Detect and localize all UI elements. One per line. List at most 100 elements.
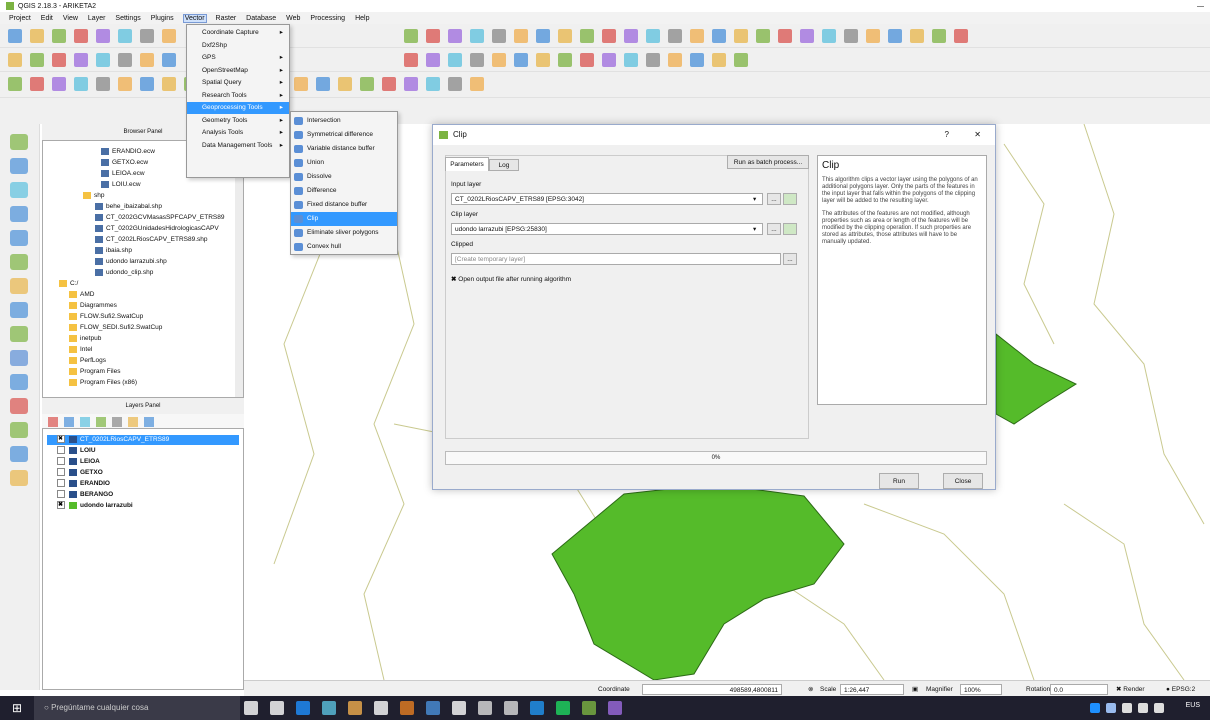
- browse-clip-button[interactable]: ...: [767, 223, 781, 235]
- toolbar-tool-icon[interactable]: [8, 53, 22, 67]
- toolbar-tool-icon[interactable]: [74, 77, 88, 91]
- chevron-down-icon[interactable]: ▾: [753, 195, 756, 203]
- toolbar-tool-icon[interactable]: [602, 29, 616, 43]
- toolbar-tool-icon[interactable]: [866, 29, 880, 43]
- layers-tool-icon[interactable]: [144, 417, 154, 427]
- tray-icon[interactable]: [1122, 703, 1132, 713]
- toolbar-tool-icon[interactable]: [404, 53, 418, 67]
- browser-item[interactable]: GETXO.ecw: [101, 158, 148, 168]
- taskbar-app-icon[interactable]: [348, 701, 362, 715]
- layers-tool-icon[interactable]: [80, 417, 90, 427]
- vector-menu-item[interactable]: Geoprocessing Tools ▸: [187, 102, 289, 114]
- browser-item[interactable]: FLOW.Sufi2.SwatCup: [69, 312, 143, 322]
- layer-item[interactable]: BERANGO: [47, 490, 113, 500]
- toolbar-tool-icon[interactable]: [426, 53, 440, 67]
- layer-item[interactable]: LOIU: [47, 446, 96, 456]
- layer-checkbox[interactable]: [57, 457, 65, 466]
- input-layer-select[interactable]: CT_0202LRiosCAPV_ETRS89 [EPSG:3042]: [451, 193, 763, 205]
- toolbar-tool-icon[interactable]: [52, 77, 66, 91]
- toolbar-tool-icon[interactable]: [74, 29, 88, 43]
- vector-menu-item[interactable]: GPS ▸: [187, 52, 289, 64]
- browser-item[interactable]: Diagrammes: [69, 301, 117, 311]
- taskbar-app-icon[interactable]: [322, 701, 336, 715]
- render-checkbox[interactable]: ✖ Render: [1116, 684, 1145, 695]
- browser-item[interactable]: FLOW_SEDI.Sufi2.SwatCup: [69, 323, 162, 333]
- windows-start-icon[interactable]: ⊞: [12, 702, 24, 714]
- taskbar-app-icon[interactable]: [452, 701, 466, 715]
- run-button[interactable]: Run: [879, 473, 919, 489]
- geoprocessing-item[interactable]: Clip: [291, 212, 397, 226]
- vector-menu-item[interactable]: OpenStreetMap ▸: [187, 65, 289, 77]
- toolbar-tool-icon[interactable]: [910, 29, 924, 43]
- browser-item[interactable]: shp: [83, 191, 104, 201]
- add-layer-icon[interactable]: [10, 398, 28, 414]
- menu-processing[interactable]: Processing: [309, 15, 346, 22]
- toolbar-tool-icon[interactable]: [118, 77, 132, 91]
- toolbar-tool-icon[interactable]: [734, 29, 748, 43]
- layers-tool-icon[interactable]: [112, 417, 122, 427]
- layers-tool-icon[interactable]: [48, 417, 58, 427]
- toolbar-tool-icon[interactable]: [492, 29, 506, 43]
- tray-icon[interactable]: [1154, 703, 1164, 713]
- browser-item[interactable]: LOIU.ecw: [101, 180, 141, 190]
- taskbar-app-icon[interactable]: [296, 701, 310, 715]
- menu-database[interactable]: Database: [245, 15, 277, 22]
- add-layer-icon[interactable]: [10, 302, 28, 318]
- toolbar-tool-icon[interactable]: [52, 53, 66, 67]
- toolbar-tool-icon[interactable]: [8, 77, 22, 91]
- vector-menu-item[interactable]: Analysis Tools ▸: [187, 127, 289, 139]
- vector-menu-item[interactable]: Spatial Query ▸: [187, 77, 289, 89]
- vector-menu-item[interactable]: Geometry Tools ▸: [187, 115, 289, 127]
- browser-item[interactable]: CT_0202GCVMasasSPFCAPV_ETRS89: [95, 213, 225, 223]
- taskbar-app-icon[interactable]: [530, 701, 544, 715]
- vector-menu-item[interactable]: Coordinate Capture ▸: [187, 27, 289, 39]
- toolbar-tool-icon[interactable]: [624, 29, 638, 43]
- browser-item[interactable]: udondo_clip.shp: [95, 268, 153, 278]
- layers-tool-icon[interactable]: [96, 417, 106, 427]
- menu-settings[interactable]: Settings: [114, 15, 141, 22]
- menu-view[interactable]: View: [62, 15, 79, 22]
- browser-item[interactable]: udondo larrazubi.shp: [95, 257, 167, 267]
- add-layer-icon[interactable]: [10, 446, 28, 462]
- browser-item[interactable]: ibaia.shp: [95, 246, 132, 256]
- toolbar-tool-icon[interactable]: [30, 77, 44, 91]
- toolbar-tool-icon[interactable]: [470, 29, 484, 43]
- geoprocessing-item[interactable]: Variable distance buffer: [291, 142, 397, 156]
- tray-icon[interactable]: [1106, 703, 1116, 713]
- toolbar-tool-icon[interactable]: [448, 29, 462, 43]
- layer-checkbox[interactable]: [57, 468, 65, 477]
- toolbar-tool-icon[interactable]: [690, 29, 704, 43]
- browse-output-button[interactable]: ...: [783, 253, 797, 265]
- toolbar-tool-icon[interactable]: [734, 53, 748, 67]
- toolbar-tool-icon[interactable]: [426, 29, 440, 43]
- close-button[interactable]: Close: [943, 473, 983, 489]
- toolbar-tool-icon[interactable]: [712, 29, 726, 43]
- layer-checkbox[interactable]: ✖: [57, 501, 65, 510]
- toolbar-tool-icon[interactable]: [712, 53, 726, 67]
- toolbar-tool-icon[interactable]: [382, 77, 396, 91]
- taskbar-app-icon[interactable]: [244, 701, 258, 715]
- toolbar-tool-icon[interactable]: [602, 53, 616, 67]
- toolbar-tool-icon[interactable]: [492, 53, 506, 67]
- toolbar-tool-icon[interactable]: [536, 53, 550, 67]
- layer-checkbox[interactable]: [57, 446, 65, 455]
- toolbar-tool-icon[interactable]: [118, 53, 132, 67]
- browse-input-button[interactable]: ...: [767, 193, 781, 205]
- toolbar-tool-icon[interactable]: [514, 53, 528, 67]
- taskbar-app-icon[interactable]: [608, 701, 622, 715]
- toolbar-tool-icon[interactable]: [778, 29, 792, 43]
- browser-item[interactable]: CT_0202GUnidadesHidrologicasCAPV: [95, 224, 219, 234]
- rotation-field[interactable]: 0.0: [1050, 684, 1108, 695]
- layer-item[interactable]: GETXO: [47, 468, 103, 478]
- tray-icon[interactable]: [1090, 703, 1100, 713]
- taskbar-app-icon[interactable]: [374, 701, 388, 715]
- toolbar-tool-icon[interactable]: [316, 77, 330, 91]
- menu-raster[interactable]: Raster: [215, 15, 238, 22]
- chevron-down-icon[interactable]: ▾: [753, 225, 756, 233]
- toolbar-tool-icon[interactable]: [668, 29, 682, 43]
- taskbar-app-icon[interactable]: [400, 701, 414, 715]
- toolbar-tool-icon[interactable]: [118, 29, 132, 43]
- toolbar-tool-icon[interactable]: [558, 53, 572, 67]
- menu-help[interactable]: Help: [354, 15, 370, 22]
- browser-item[interactable]: AMD: [69, 290, 94, 300]
